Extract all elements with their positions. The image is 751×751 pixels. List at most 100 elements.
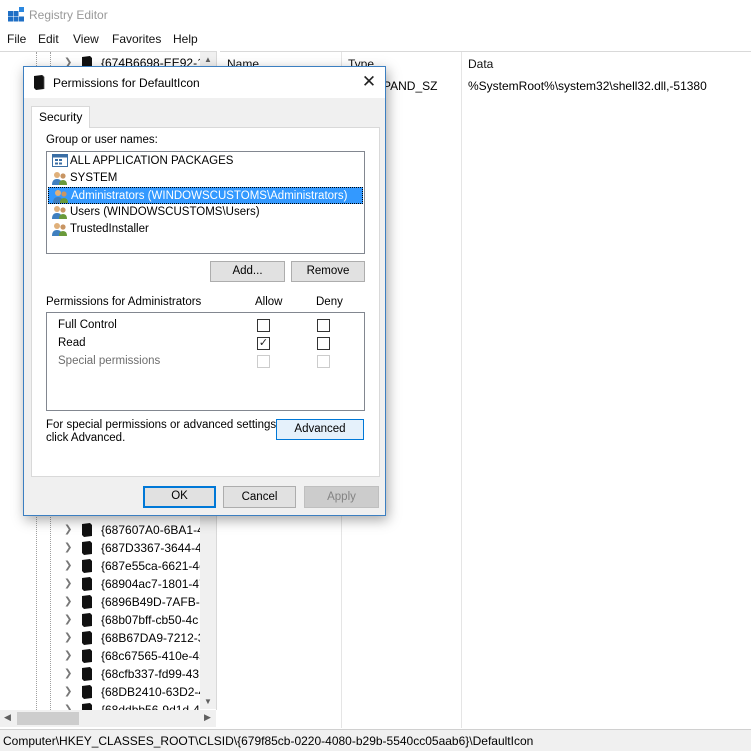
deny-column-label: Deny <box>316 296 343 308</box>
tree-item[interactable]: ❯ {68cfb337-fd99-43 <box>0 665 205 683</box>
value-type-cell[interactable]: PAND_SZ <box>383 79 437 93</box>
tree-item-label: {68904ac7-1801-47 <box>101 577 201 591</box>
tab-security[interactable]: Security <box>31 106 91 128</box>
dialog-title: Permissions for DefaultIcon <box>53 76 200 90</box>
security-tab-page: Group or user names: ALL APPLICATION PAC… <box>31 127 380 477</box>
folder-icon <box>82 523 92 537</box>
close-icon[interactable]: ✕ <box>358 71 380 93</box>
tree-item-label: {68B67DA9-7212-3 <box>101 631 201 645</box>
tree-item[interactable]: ❯ {6896B49D-7AFB-3 <box>0 593 205 611</box>
scroll-right-arrow-icon[interactable]: ▶ <box>204 712 211 723</box>
status-bar-path: Computer\HKEY_CLASSES_ROOT\CLSID\{679f85… <box>0 729 751 751</box>
chevron-right-icon[interactable]: ❯ <box>64 543 72 553</box>
tree-item-label: {687D3367-3644-4 <box>101 541 201 555</box>
column-header-data[interactable]: Data <box>461 52 500 76</box>
chevron-right-icon[interactable]: ❯ <box>64 579 72 589</box>
tree-horizontal-scrollbar[interactable]: ◀ ▶ <box>0 710 216 727</box>
users-icon <box>52 172 67 185</box>
user-list-item[interactable]: Users (WINDOWSCUSTOMS\Users) <box>48 204 363 221</box>
tree-item-label: {687e55ca-6621-4c <box>101 559 201 573</box>
group-or-user-names-label: Group or user names: <box>46 134 158 146</box>
apply-button[interactable]: Apply <box>304 486 379 508</box>
chevron-right-icon[interactable]: ❯ <box>64 687 72 697</box>
user-list-item[interactable]: Administrators (WINDOWSCUSTOMS\Administr… <box>48 187 363 204</box>
user-name: Users (WINDOWSCUSTOMS\Users) <box>70 206 260 218</box>
user-list-item[interactable]: ALL APPLICATION PACKAGES <box>48 153 363 170</box>
menu-view[interactable]: View <box>73 32 99 46</box>
tree-item-label: {68c67565-410e-45 <box>101 649 201 663</box>
permission-row: Read ✓ <box>47 335 364 353</box>
chevron-right-icon[interactable]: ❯ <box>64 669 72 679</box>
deny-checkbox[interactable] <box>317 319 330 332</box>
window-title: Registry Editor <box>29 8 108 22</box>
users-listbox[interactable]: ALL APPLICATION PACKAGES SYSTEM Administra… <box>46 151 365 254</box>
chevron-right-icon[interactable]: ❯ <box>64 561 72 571</box>
tree-item-label: {68cfb337-fd99-43 <box>101 667 200 681</box>
app-packages-icon <box>52 154 68 167</box>
tree-item-label: {68ddbb56-9d1d-4 <box>101 703 200 710</box>
deny-checkbox[interactable] <box>317 355 330 368</box>
ok-button[interactable]: OK <box>143 486 216 508</box>
tree-item[interactable]: ❯ {68b07bff-cb50-4c <box>0 611 205 629</box>
permission-name: Full Control <box>58 319 117 331</box>
deny-checkbox[interactable] <box>317 337 330 350</box>
user-list-item[interactable]: SYSTEM <box>48 170 363 187</box>
value-data-cell[interactable]: %SystemRoot%\system32\shell32.dll,-51380 <box>468 79 707 93</box>
tree-item[interactable]: ❯ {687607A0-6BA1-4 <box>0 521 205 539</box>
remove-button[interactable]: Remove <box>291 261 365 282</box>
advanced-hint-line-2: click Advanced. <box>46 432 126 444</box>
allow-checkbox[interactable] <box>257 319 270 332</box>
users-icon <box>52 223 67 236</box>
allow-checkbox[interactable]: ✓ <box>257 337 270 350</box>
scroll-up-arrow-icon[interactable]: ▲ <box>204 55 212 64</box>
folder-icon <box>82 631 92 645</box>
scroll-thumb[interactable] <box>17 712 79 725</box>
folder-icon <box>82 577 92 591</box>
chevron-right-icon[interactable]: ❯ <box>64 615 72 625</box>
scroll-left-arrow-icon[interactable]: ◀ <box>4 712 11 723</box>
tree-item[interactable]: ❯ {68ddbb56-9d1d-4 <box>0 701 205 710</box>
folder-icon <box>82 685 92 699</box>
menu-edit[interactable]: Edit <box>38 32 59 46</box>
user-name: SYSTEM <box>70 172 118 184</box>
title-bar: Registry Editor <box>0 0 751 30</box>
user-name: Administrators (WINDOWSCUSTOMS\Administr… <box>71 190 348 202</box>
menu-file[interactable]: File <box>7 32 26 46</box>
add-button[interactable]: Add... <box>210 261 285 282</box>
menu-help[interactable]: Help <box>173 32 198 46</box>
folder-icon <box>82 613 92 627</box>
registry-editor-icon <box>8 7 24 22</box>
chevron-right-icon[interactable]: ❯ <box>64 597 72 607</box>
tree-item[interactable]: ❯ {68DB2410-63D2-4 <box>0 683 205 701</box>
allow-checkbox[interactable] <box>257 355 270 368</box>
users-icon <box>52 206 67 219</box>
column-divider[interactable] <box>461 52 462 728</box>
tree-item[interactable]: ❯ {68c67565-410e-45 <box>0 647 205 665</box>
tree-item[interactable]: ❯ {687D3367-3644-4 <box>0 539 205 557</box>
folder-icon <box>82 649 92 663</box>
menu-favorites[interactable]: Favorites <box>112 32 161 46</box>
tree-item[interactable]: ❯ {68904ac7-1801-47 <box>0 575 205 593</box>
tree-item[interactable]: ❯ {68B67DA9-7212-3 <box>0 629 205 647</box>
permissions-for-label: Permissions for Administrators <box>46 296 202 308</box>
permission-row: Full Control <box>47 317 364 335</box>
folder-icon <box>82 559 92 573</box>
user-list-item[interactable]: TrustedInstaller <box>48 221 363 238</box>
chevron-right-icon[interactable]: ❯ <box>64 633 72 643</box>
permission-row: Special permissions <box>47 353 364 371</box>
user-name: ALL APPLICATION PACKAGES <box>70 155 234 167</box>
tree-item-label: {6896B49D-7AFB-3 <box>101 595 201 609</box>
tree-item[interactable]: ❯ {687e55ca-6621-4c <box>0 557 205 575</box>
advanced-button[interactable]: Advanced <box>276 419 364 440</box>
scroll-down-arrow-icon[interactable]: ▼ <box>204 697 212 706</box>
allow-column-label: Allow <box>255 296 283 308</box>
permissions-dialog: Permissions for DefaultIcon ✕ Security G… <box>23 66 386 516</box>
chevron-right-icon[interactable]: ❯ <box>64 525 72 535</box>
tree-item-label: {68DB2410-63D2-4 <box>101 685 201 699</box>
permissions-list: Full Control Read ✓ Special permissions <box>46 312 365 411</box>
dialog-title-bar[interactable]: Permissions for DefaultIcon ✕ <box>24 67 385 98</box>
cancel-button[interactable]: Cancel <box>223 486 296 508</box>
folder-icon <box>82 703 92 710</box>
chevron-right-icon[interactable]: ❯ <box>64 651 72 661</box>
advanced-hint-line-1: For special permissions or advanced sett… <box>46 419 280 431</box>
